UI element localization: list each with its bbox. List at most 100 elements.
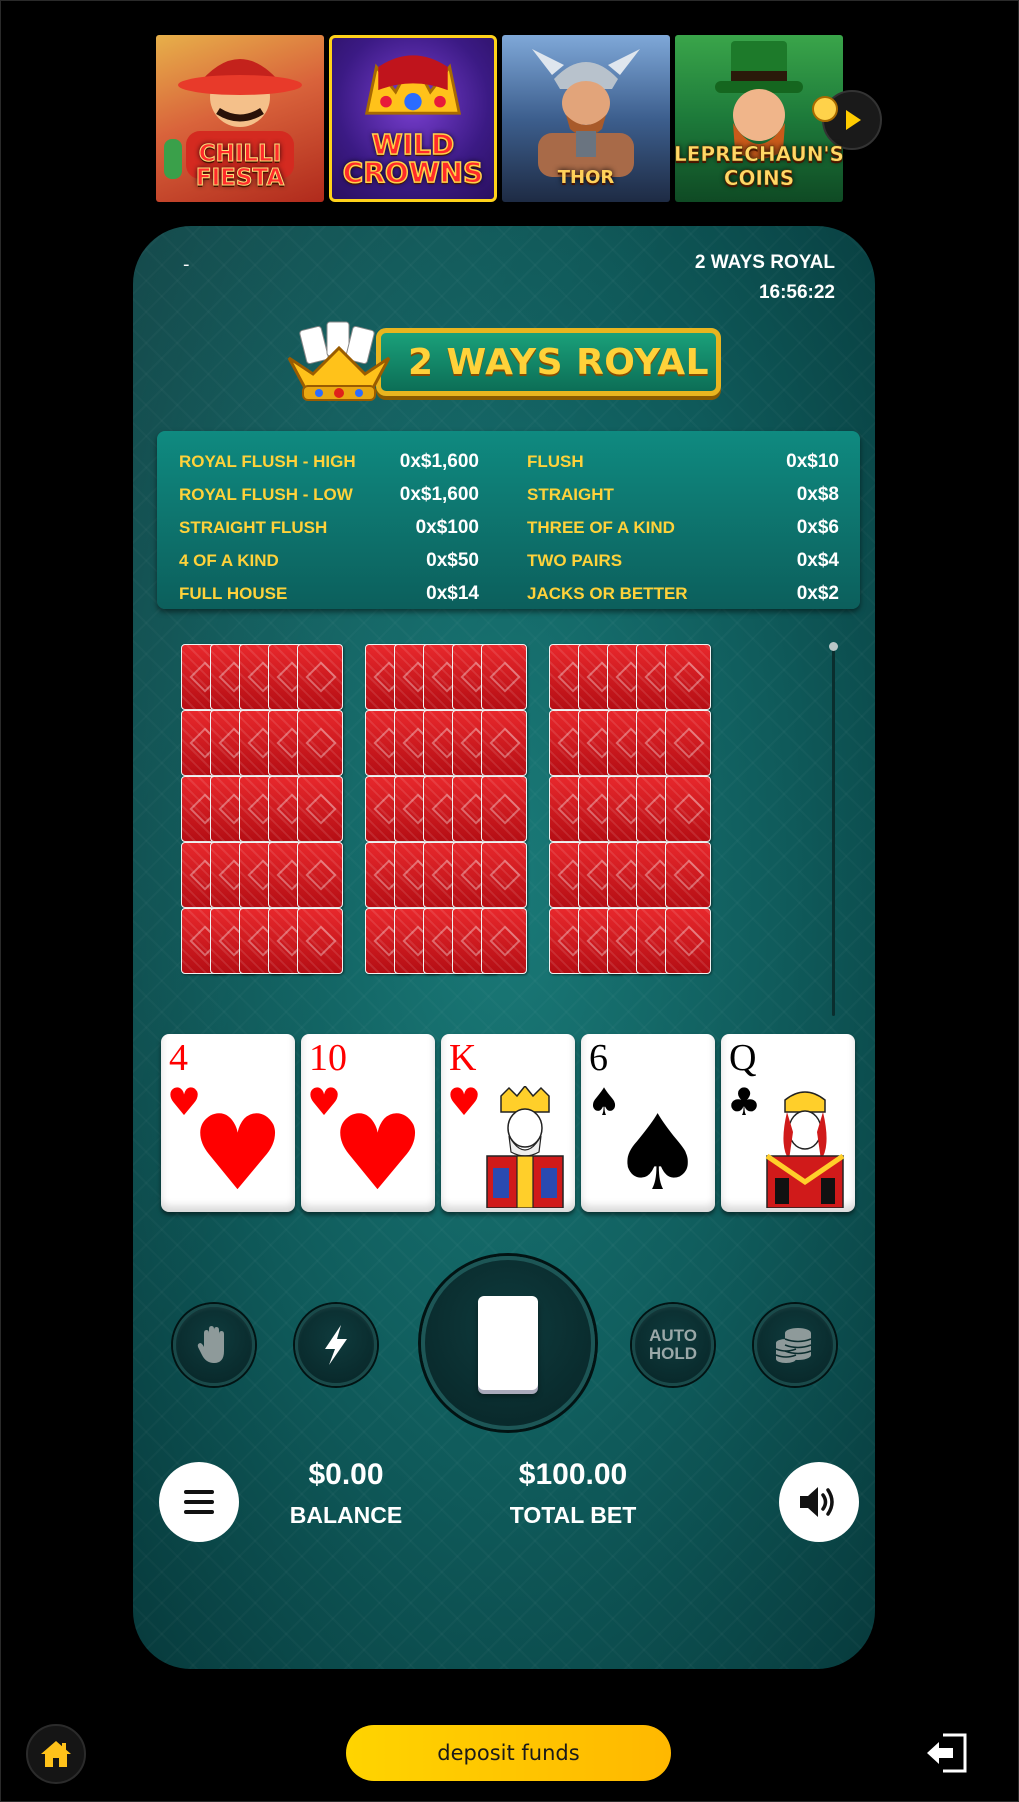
- hand-card-2[interactable]: 10 ♥ ♥: [301, 1034, 435, 1212]
- extra-hand: [365, 908, 545, 976]
- hand-payout: 0x$100: [415, 516, 479, 538]
- hamburger-icon: [184, 1490, 214, 1514]
- hand-card-3[interactable]: K ♥: [441, 1034, 575, 1212]
- bet-amount: $100.00: [518, 1458, 628, 1491]
- card-rank: Q: [729, 1037, 757, 1079]
- game-thumb-thor[interactable]: Thor: [502, 35, 670, 202]
- paytable-row: STRAIGHT 0x$8: [527, 478, 839, 511]
- app-frame: Chilli Fiesta Wild Crowns Thor: [0, 0, 1019, 1802]
- extra-hand: [365, 842, 545, 910]
- heart-icon: ♥: [191, 1092, 285, 1212]
- sound-button[interactable]: [779, 1462, 859, 1542]
- paytable-row: STRAIGHT FLUSH 0x$100: [179, 511, 479, 544]
- hand-card-4[interactable]: 6 ♠ ♠: [581, 1034, 715, 1212]
- card-back: [481, 842, 527, 908]
- status-dash: -: [183, 254, 190, 275]
- extra-hand: [549, 842, 729, 910]
- extra-hand: [549, 908, 729, 976]
- hand-payout: 0x$8: [796, 483, 839, 505]
- card-back: [297, 842, 343, 908]
- turbo-button[interactable]: [295, 1304, 377, 1386]
- hand-payout: 0x$10: [786, 450, 839, 472]
- hand-name: JACKS OR BETTER: [527, 583, 688, 603]
- auto-hold-line2: HOLD: [648, 1344, 698, 1363]
- deposit-funds-button[interactable]: deposit funds: [346, 1725, 671, 1781]
- game-title: Wild Crowns: [342, 128, 484, 189]
- extra-hand: [181, 842, 361, 910]
- bet-button[interactable]: [754, 1304, 836, 1386]
- balance-display: $0.00 BALANCE: [271, 1458, 421, 1530]
- deal-button[interactable]: [421, 1256, 595, 1430]
- card-back: [297, 776, 343, 842]
- scrollbar-thumb[interactable]: [829, 642, 838, 651]
- hand-payout: 0x$1,600: [399, 450, 479, 472]
- card-back: [665, 644, 711, 710]
- balance-amount: $0.00: [308, 1458, 384, 1491]
- card-icon: [478, 1296, 538, 1390]
- hand-payout: 0x$50: [426, 549, 479, 571]
- hand-name: ROYAL FLUSH - LOW: [179, 484, 353, 504]
- speaker-icon: [800, 1487, 834, 1517]
- card-back: [481, 776, 527, 842]
- extra-hand: [181, 776, 361, 844]
- hand-name: FULL HOUSE: [179, 583, 288, 603]
- game-thumb-chilli-fiesta[interactable]: Chilli Fiesta: [156, 35, 324, 202]
- hand-card-1[interactable]: 4 ♥ ♥: [161, 1034, 295, 1212]
- game-thumb-leprechauns-coins[interactable]: Leprechaun's Coins: [675, 35, 843, 202]
- hand-payout: 0x$4: [796, 549, 839, 571]
- game-panel: - 2 WAYS ROYAL 16:56:22 2 WAYS ROYAL ROY…: [133, 226, 875, 1669]
- club-icon: ♣: [727, 1080, 762, 1124]
- lightning-icon: [325, 1325, 347, 1365]
- paytable-right: FLUSH 0x$10 STRAIGHT 0x$8 THREE OF A KIN…: [527, 445, 839, 610]
- spade-icon: ♠: [611, 1092, 705, 1212]
- game-title: Chilli Fiesta: [195, 141, 285, 191]
- hold-button[interactable]: [173, 1304, 255, 1386]
- hand-name: ROYAL FLUSH - HIGH: [179, 451, 356, 471]
- king-face-icon: [486, 1086, 564, 1208]
- hand-name: STRAIGHT FLUSH: [179, 517, 328, 537]
- card-back: [665, 908, 711, 974]
- hand-payout: 0x$2: [796, 582, 839, 604]
- card-back: [665, 710, 711, 776]
- hand-payout: 0x$6: [796, 516, 839, 538]
- auto-hold-label: AUTO HOLD: [649, 1327, 697, 1363]
- hand-name: FLUSH: [527, 451, 584, 471]
- card-back: [665, 842, 711, 908]
- hand-payout: 0x$1,600: [399, 483, 479, 505]
- extra-hand: [365, 710, 545, 778]
- home-icon: [41, 1741, 71, 1767]
- menu-button[interactable]: [159, 1462, 239, 1542]
- extra-hand: [365, 776, 545, 844]
- paytable-left: ROYAL FLUSH - HIGH 0x$1,600 ROYAL FLUSH …: [179, 445, 479, 610]
- extra-hand: [181, 908, 361, 976]
- card-back: [481, 644, 527, 710]
- paytable-row: ROYAL FLUSH - LOW 0x$1,600: [179, 478, 479, 511]
- logo-text: 2 WAYS ROYAL: [407, 341, 710, 383]
- paytable-row: 4 OF A KIND 0x$50: [179, 544, 479, 577]
- card-rank: 6: [589, 1037, 608, 1079]
- card-back: [297, 710, 343, 776]
- extra-hand: [365, 644, 545, 712]
- clock: 16:56:22: [758, 282, 835, 303]
- queen-face-icon: [765, 1091, 845, 1208]
- card-back: [665, 776, 711, 842]
- paytable-row: TWO PAIRS 0x$4: [527, 544, 839, 577]
- hands-scrollbar[interactable]: [829, 642, 838, 1016]
- card-rank: 10: [309, 1037, 347, 1079]
- card-rank: K: [449, 1037, 477, 1079]
- card-back: [481, 710, 527, 776]
- home-button[interactable]: [26, 1724, 86, 1784]
- hand-card-5[interactable]: Q ♣: [721, 1034, 855, 1212]
- paytable-row: ROYAL FLUSH - HIGH 0x$1,600: [179, 445, 479, 478]
- auto-hold-button[interactable]: AUTO HOLD: [632, 1304, 714, 1386]
- game-title: Leprechaun's Coins: [675, 142, 843, 191]
- crown-icon: [287, 321, 391, 401]
- game-thumb-wild-crowns[interactable]: Wild Crowns: [329, 35, 497, 202]
- hand-icon: [197, 1326, 224, 1363]
- extra-hand: [181, 710, 361, 778]
- hand-name: THREE OF A KIND: [527, 517, 675, 537]
- paytable-row: THREE OF A KIND 0x$6: [527, 511, 839, 544]
- exit-icon[interactable]: [923, 1729, 971, 1777]
- bet-label: TOTAL BET: [509, 1502, 637, 1528]
- hand-name: STRAIGHT: [527, 484, 614, 504]
